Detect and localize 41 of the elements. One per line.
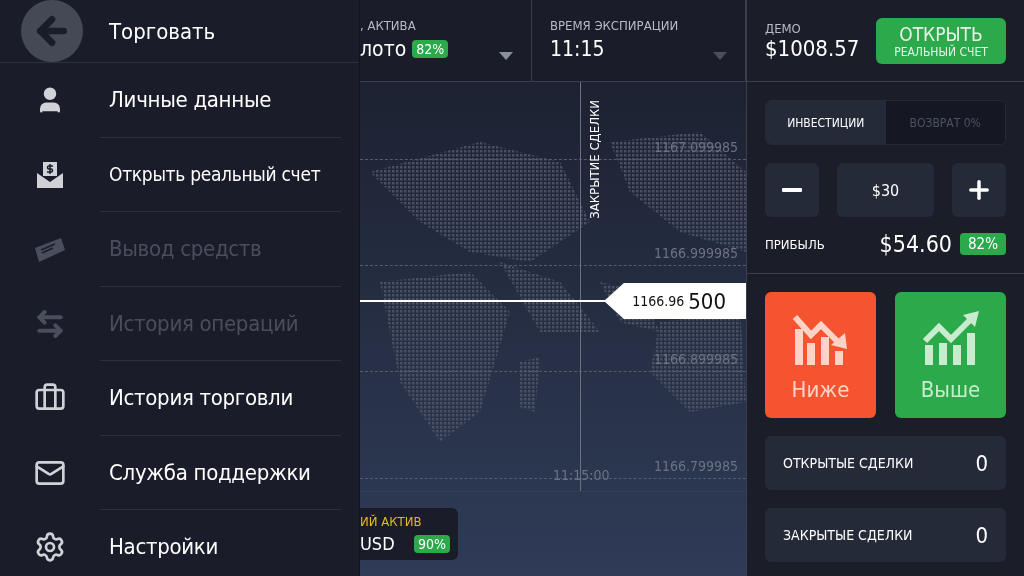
- expiry-time: 11:15: [550, 37, 605, 61]
- payout-badge: 82%: [960, 233, 1006, 255]
- caret-icon[interactable]: [499, 52, 513, 60]
- price-level-label: 1166.799985: [653, 458, 738, 474]
- menu-item[interactable]: Настройки: [100, 510, 341, 576]
- deals-label: ЗАКРЫТЫЕ СДЕЛКИ: [783, 527, 913, 543]
- plus-button[interactable]: [952, 163, 1006, 217]
- current-price: 1166.96: [632, 293, 685, 309]
- transfer-icon: [34, 307, 66, 340]
- asset-card-name: USD: [360, 533, 395, 554]
- amount-tab[interactable]: ИНВЕСТИЦИИ: [766, 101, 886, 144]
- menu-item[interactable]: Открыть реальный счет: [100, 137, 341, 212]
- minus-icon: [782, 188, 802, 192]
- payout-badge: 90%: [414, 534, 450, 553]
- balance: $1008.57: [765, 35, 860, 61]
- deals-count: 0: [975, 522, 988, 548]
- deals-label: ОТКРЫТЫЕ СДЕЛКИ: [783, 455, 914, 471]
- asset-label: , АКТИВА: [360, 18, 417, 33]
- deals-count: 0: [975, 450, 988, 476]
- minus-button[interactable]: [765, 163, 819, 217]
- settings-icon: [34, 531, 66, 564]
- profit-label: ПРИБЫЛЬ: [765, 236, 826, 252]
- asset-card-label: ИЙ АКТИВ: [360, 514, 423, 529]
- profit-value: $54.60: [879, 231, 952, 257]
- deals-counter[interactable]: ОТКРЫТЫЕ СДЕЛКИ 0: [765, 436, 1006, 490]
- asset-card[interactable]: ИЙ АКТИВ USD 90%: [360, 508, 458, 560]
- account-mode: ДЕМО: [765, 20, 802, 36]
- price-level-label: 1166.899985: [653, 351, 738, 367]
- asset-name: лото: [360, 37, 407, 61]
- menu-item[interactable]: Служба поддержки: [100, 435, 341, 510]
- menu-title: Торговать: [109, 18, 216, 44]
- amount-field[interactable]: $30: [837, 163, 934, 217]
- envelope-dollar-icon: [35, 159, 65, 190]
- price-level-label: 1166.999985: [653, 245, 738, 261]
- deals-counter[interactable]: ЗАКРЫТЫЕ СДЕЛКИ 0: [765, 508, 1006, 562]
- expiry-label: ВРЕМЯ ЭКСПИРАЦИИ: [550, 18, 680, 33]
- deal-close-label: ЗАКРЫТИЕ СДЕЛКИ: [587, 100, 602, 219]
- menu-item[interactable]: Личные данные: [100, 63, 341, 138]
- current-amount: 500: [688, 288, 726, 314]
- payout-badge: 82%: [412, 40, 449, 58]
- menu-item[interactable]: История торговли: [100, 361, 341, 436]
